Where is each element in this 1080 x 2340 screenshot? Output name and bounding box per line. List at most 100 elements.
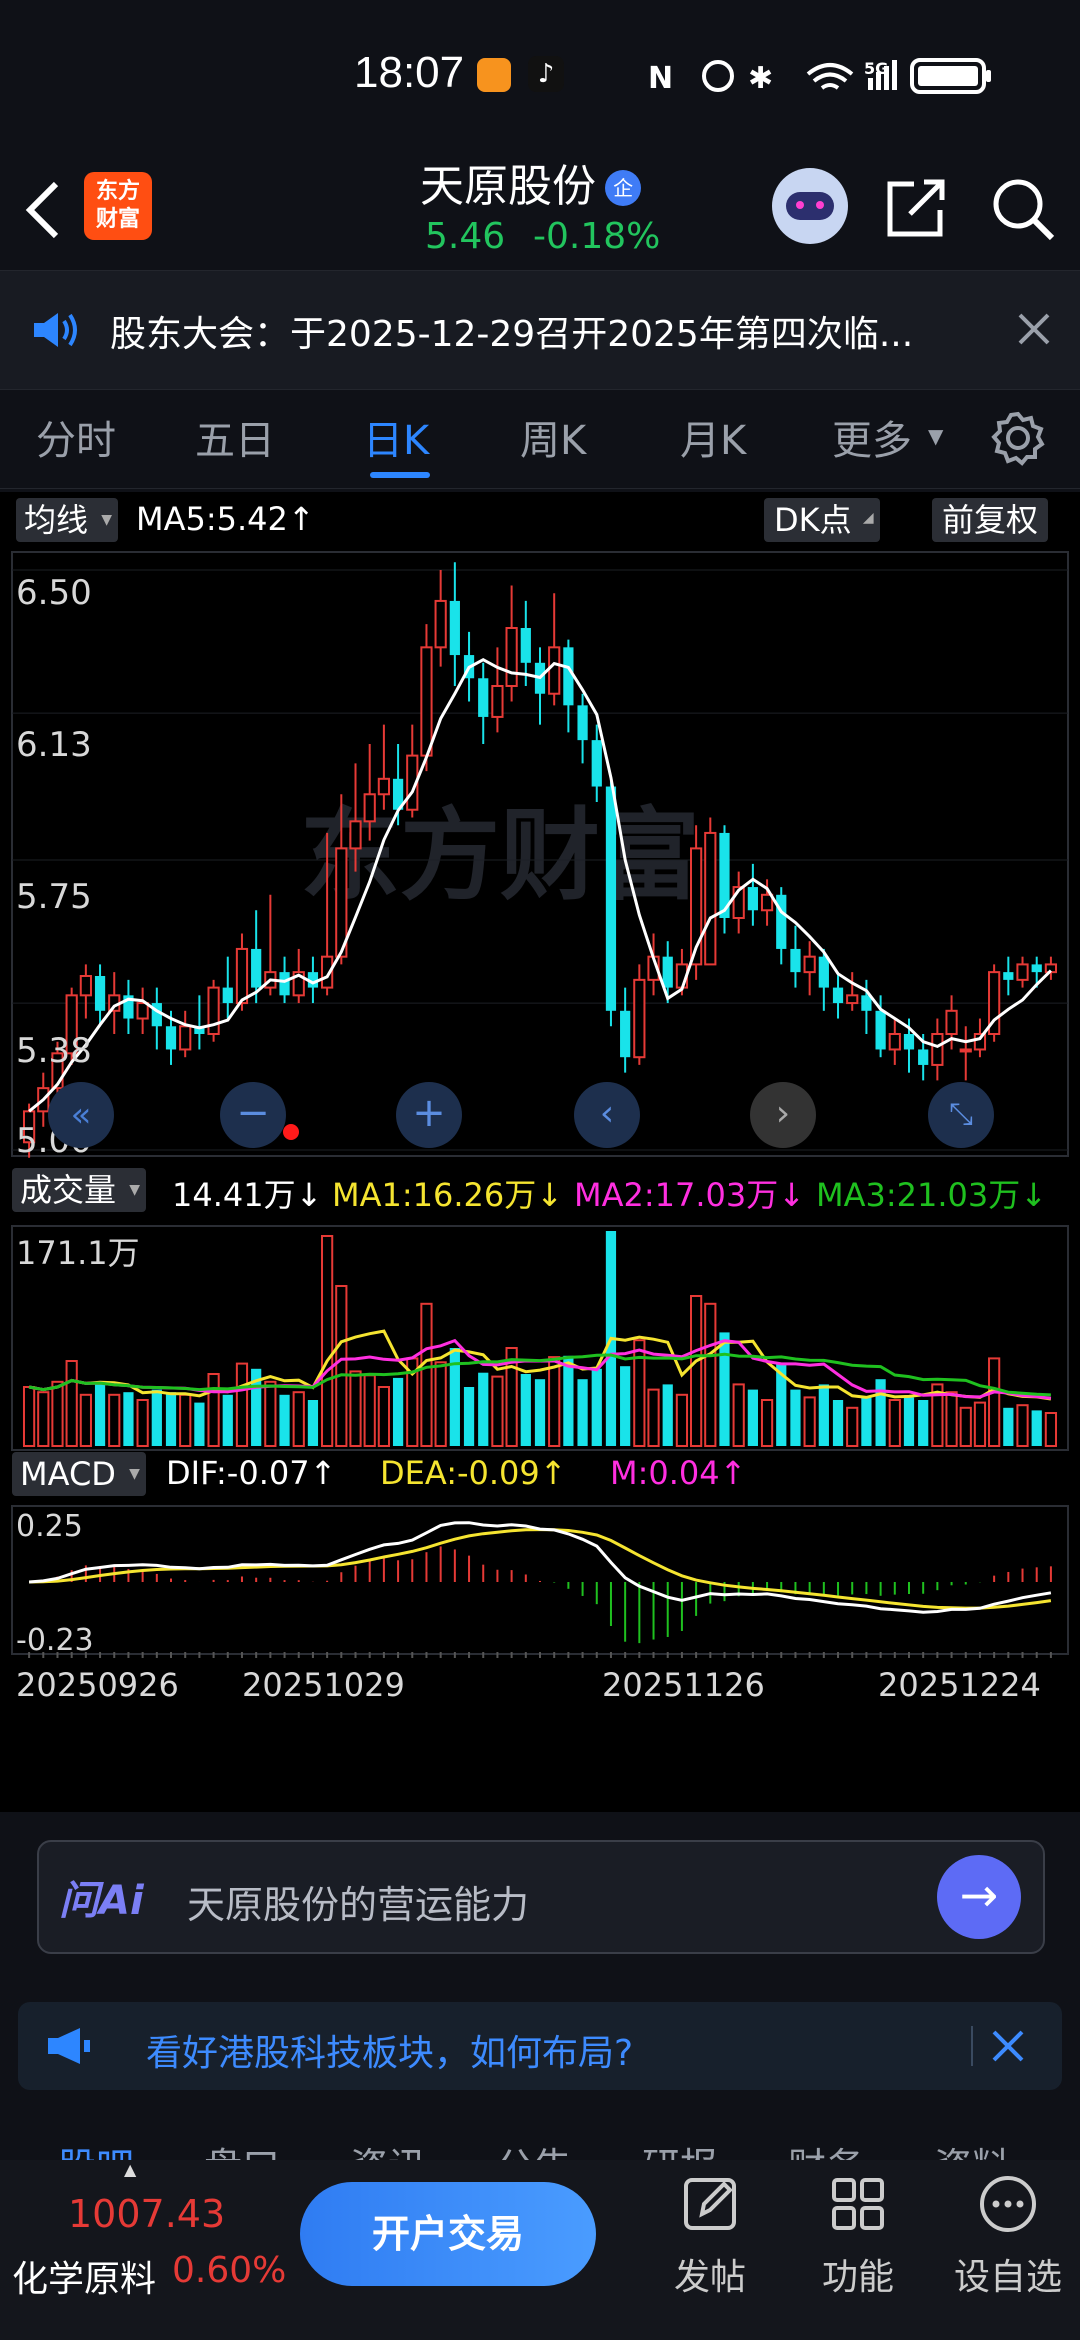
volume-bar bbox=[732, 1383, 745, 1447]
notice-banner[interactable]: 股东大会：于2025-12-29召开2025年第四次临... bbox=[0, 270, 1080, 390]
post-icon[interactable] bbox=[680, 2174, 740, 2234]
tab-daily-k[interactable]: 日K bbox=[363, 408, 429, 466]
zoom-in-button[interactable]: + bbox=[396, 1082, 462, 1148]
promo-text: 看好港股科技板块，如何布局? bbox=[146, 2033, 634, 2074]
tab-intraday[interactable]: 分时 bbox=[36, 408, 116, 466]
volume-bar bbox=[123, 1392, 134, 1446]
volume-ma3: MA3:21.03万↓ bbox=[816, 1176, 1048, 1214]
stock-header: 东方 财富 天原股份 企 5.46 -0.18% bbox=[0, 150, 1080, 270]
share-icon[interactable] bbox=[884, 176, 948, 240]
volume-bar bbox=[818, 1384, 829, 1446]
volume-selector[interactable]: 成交量 ▼ bbox=[12, 1168, 147, 1212]
chart-nav-buttons: « − + ‹ › ⤡ bbox=[0, 1082, 1080, 1152]
fullscreen-button[interactable]: ⤡ bbox=[928, 1082, 994, 1148]
macd-chart[interactable]: 0.25 -0.23 bbox=[0, 1504, 1080, 1658]
volume-bar bbox=[704, 1302, 717, 1447]
tab-weekly-k[interactable]: 周K bbox=[520, 408, 586, 466]
candle-body bbox=[577, 705, 588, 741]
volume-bar bbox=[846, 1406, 859, 1448]
volume-bar bbox=[790, 1389, 801, 1446]
dk-point-button[interactable]: DK点 ◢ bbox=[764, 498, 880, 542]
volume-bar bbox=[420, 1302, 433, 1447]
volume-bar bbox=[307, 1400, 319, 1446]
scroll-left-button[interactable]: ‹ bbox=[574, 1082, 640, 1148]
candle-body bbox=[94, 976, 106, 1011]
function-icon[interactable] bbox=[828, 2174, 888, 2234]
volume-bar bbox=[534, 1379, 546, 1446]
jump-start-button[interactable]: « bbox=[48, 1082, 114, 1148]
promo-banner[interactable]: 看好港股科技板块，如何布局? bbox=[18, 2002, 1062, 2090]
eastmoney-logo: 东方 财富 bbox=[84, 172, 152, 240]
candle-body bbox=[434, 599, 447, 649]
index-name: 化学原料 bbox=[12, 2259, 157, 2300]
app-notification-icon bbox=[477, 58, 511, 92]
tab-five-day[interactable]: 五日 bbox=[195, 408, 275, 466]
volume-bar bbox=[37, 1391, 50, 1447]
sub-tabs: 股吧 盘口 资讯 公告 研报 财务 资料 bbox=[0, 2108, 1080, 2168]
chevron-down-icon: ▼ bbox=[928, 424, 944, 448]
candle-body bbox=[420, 646, 433, 757]
date-label: 20251029 bbox=[242, 1666, 405, 1704]
candle-body bbox=[633, 978, 646, 1059]
volume-bar bbox=[1031, 1410, 1042, 1446]
adjust-selector[interactable]: 前复权 bbox=[932, 498, 1049, 542]
watchlist-label[interactable]: 设自选 bbox=[954, 2248, 1062, 2300]
chevron-down-icon: ▼ bbox=[129, 1466, 140, 1482]
candle-body bbox=[846, 994, 859, 1005]
ai-prompt-text: 天原股份的营运能力 bbox=[187, 1883, 530, 1927]
more-circle-icon[interactable] bbox=[976, 2172, 1040, 2236]
wifi-icon bbox=[806, 63, 854, 90]
stock-change: -0.18% bbox=[533, 216, 661, 257]
back-arrow-icon[interactable] bbox=[20, 178, 64, 242]
gear-icon[interactable] bbox=[990, 410, 1046, 466]
volume-bar bbox=[548, 1356, 561, 1448]
robot-avatar-icon[interactable] bbox=[772, 168, 848, 244]
function-label[interactable]: 功能 bbox=[822, 2248, 894, 2300]
volume-bar bbox=[51, 1380, 64, 1447]
volume-bar bbox=[194, 1402, 205, 1446]
candle-body bbox=[903, 1034, 915, 1050]
active-tab-indicator bbox=[370, 472, 430, 478]
candle-body bbox=[1031, 964, 1042, 973]
volume-bar bbox=[363, 1374, 376, 1447]
candle-body bbox=[959, 1048, 972, 1053]
arrow-right-icon[interactable]: → bbox=[937, 1855, 1021, 1939]
macd-selector[interactable]: MACD ▼ bbox=[12, 1452, 146, 1496]
ai-logo: 问Ai bbox=[59, 1878, 144, 1924]
volume-bar bbox=[945, 1391, 958, 1447]
volume-bar bbox=[377, 1386, 390, 1447]
macd-dif: DIF:-0.07↑ bbox=[166, 1454, 337, 1492]
candle-body bbox=[620, 1010, 631, 1058]
candle-body bbox=[165, 1026, 177, 1050]
chevron-down-icon: ▼ bbox=[129, 1182, 141, 1198]
ai-ask-bar[interactable]: 问Ai 天原股份的营运能力 → bbox=[37, 1840, 1045, 1954]
search-icon[interactable] bbox=[988, 174, 1058, 244]
kline-chart[interactable]: 东方财富 6.50 6.13 5.75 5.38 5.00 bbox=[0, 550, 1080, 1160]
candle-body bbox=[704, 831, 717, 966]
volume-bar bbox=[1003, 1407, 1014, 1446]
close-icon[interactable] bbox=[990, 2028, 1026, 2064]
scroll-right-button[interactable]: › bbox=[750, 1082, 816, 1148]
candle-body bbox=[520, 628, 531, 663]
volume-bar bbox=[973, 1401, 987, 1448]
candle-body bbox=[235, 947, 249, 1005]
post-label[interactable]: 发帖 bbox=[674, 2248, 746, 2300]
candle-body bbox=[563, 647, 574, 706]
y-tick-label: 6.13 bbox=[16, 725, 92, 765]
volume-bar bbox=[434, 1361, 447, 1447]
volume-chart[interactable]: 171.1万 bbox=[0, 1224, 1080, 1454]
chart-area[interactable]: 均线 ▼ MA5:5.42↑ DK点 ◢ 前复权 东方财富 6.50 6.13 … bbox=[0, 492, 1080, 1812]
ma-selector[interactable]: 均线 ▼ bbox=[16, 498, 119, 542]
tab-more[interactable]: 更多 bbox=[832, 408, 912, 466]
candle-body bbox=[505, 627, 518, 687]
trade-button[interactable]: 开户交易 bbox=[300, 2182, 596, 2286]
y-tick-label: 5.75 bbox=[16, 877, 92, 917]
close-icon[interactable] bbox=[1016, 311, 1052, 347]
y-tick-label: 6.50 bbox=[16, 573, 92, 613]
tiktok-icon: ♪ bbox=[528, 56, 564, 92]
zoom-out-button[interactable]: − bbox=[220, 1082, 286, 1148]
svg-text:N: N bbox=[648, 61, 673, 96]
volume-bar bbox=[563, 1355, 574, 1446]
tab-monthly-k[interactable]: 月K bbox=[680, 408, 746, 466]
volume-bar bbox=[888, 1399, 901, 1447]
